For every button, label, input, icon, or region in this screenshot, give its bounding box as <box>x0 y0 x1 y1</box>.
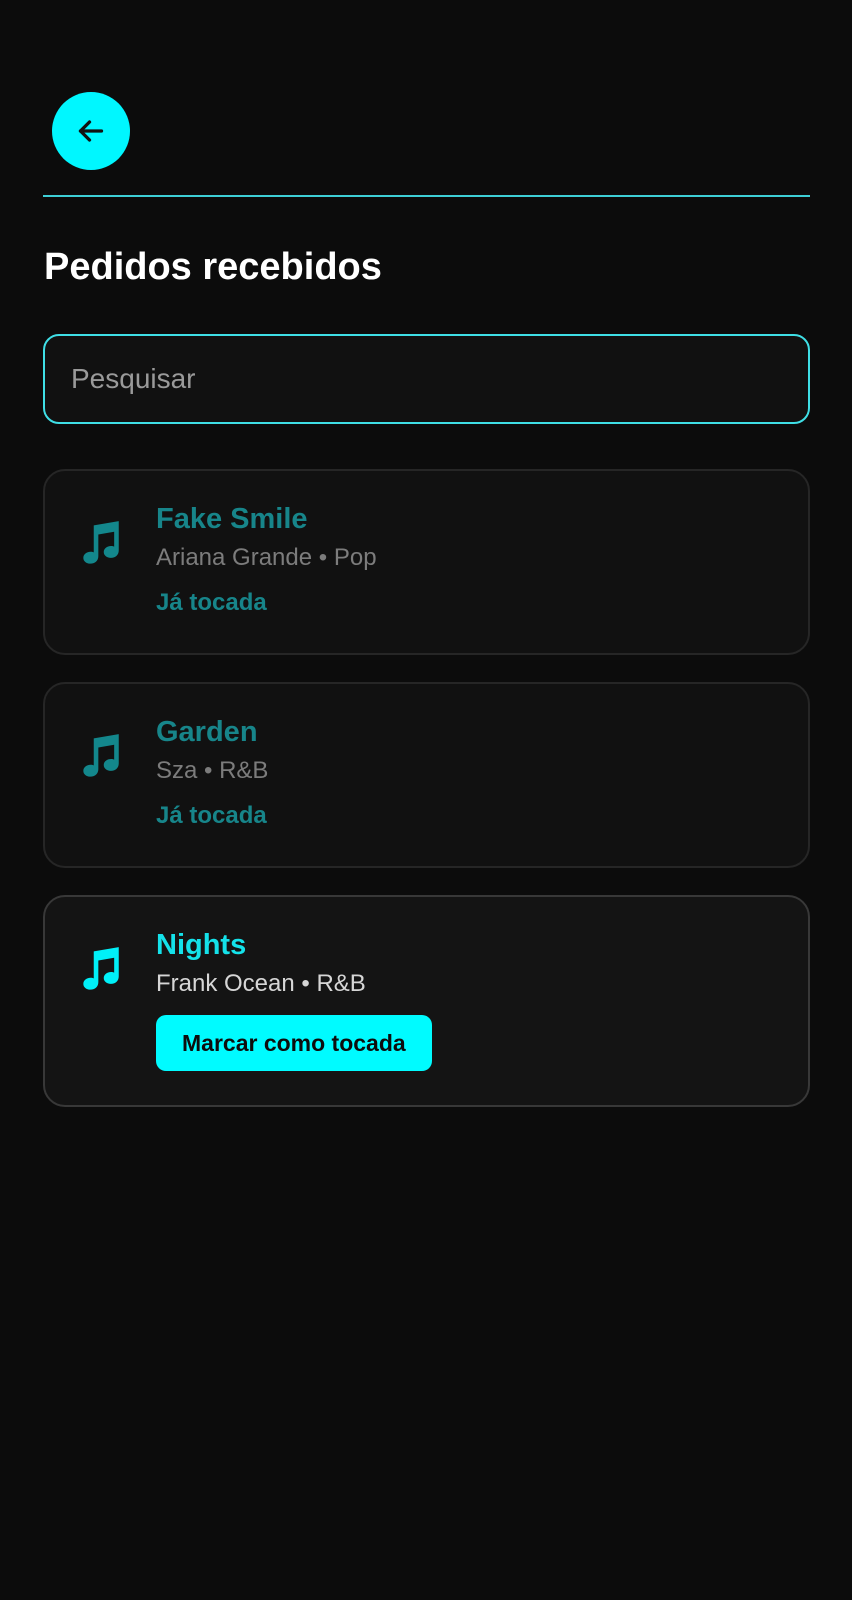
song-artist-genre: Sza • R&B <box>156 757 269 784</box>
music-note-icon <box>75 943 125 993</box>
music-note-icon <box>75 730 125 780</box>
music-note-icon <box>75 517 125 567</box>
song-title: Garden <box>156 716 258 748</box>
arrow-left-icon <box>73 113 109 149</box>
back-button[interactable] <box>52 92 130 170</box>
header-divider <box>43 195 810 197</box>
page-title: Pedidos recebidos <box>44 246 382 288</box>
request-card[interactable]: Garden Sza • R&B Já tocada <box>43 682 810 868</box>
song-title: Nights <box>156 929 247 961</box>
request-list: Fake Smile Ariana Grande • Pop Já tocada… <box>43 469 810 1134</box>
status-label: Já tocada <box>156 802 267 829</box>
song-title: Fake Smile <box>156 503 308 535</box>
mark-as-played-button[interactable]: Marcar como tocada <box>156 1015 432 1071</box>
request-card[interactable]: Nights Frank Ocean • R&B Marcar como toc… <box>43 895 810 1107</box>
search-input[interactable] <box>43 334 810 424</box>
status-label: Já tocada <box>156 589 267 616</box>
song-artist-genre: Frank Ocean • R&B <box>156 970 366 997</box>
song-artist-genre: Ariana Grande • Pop <box>156 544 377 571</box>
request-card[interactable]: Fake Smile Ariana Grande • Pop Já tocada <box>43 469 810 655</box>
